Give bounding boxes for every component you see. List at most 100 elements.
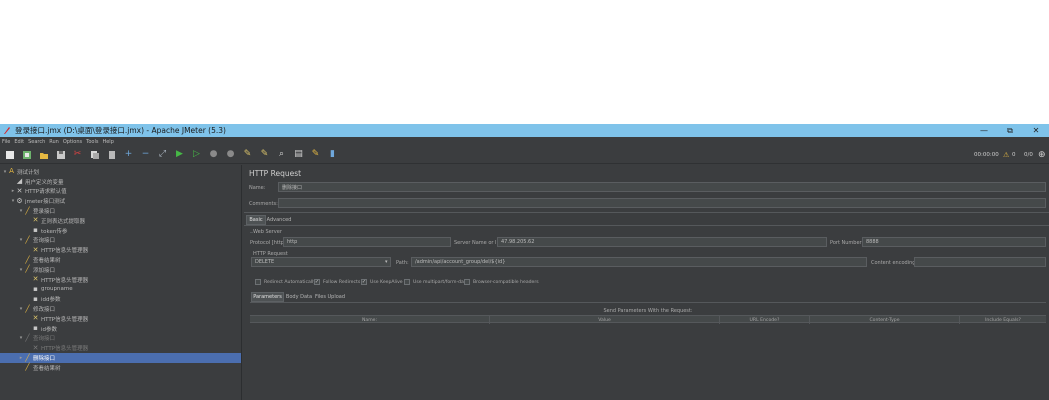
follow-redirects-checkbox[interactable]: ✓ Follow Redirects (314, 279, 360, 285)
menu-options[interactable]: Options (63, 139, 82, 145)
name-field[interactable]: 删除接口 (278, 182, 1046, 192)
tree-node[interactable]: ▪ token传参 (0, 226, 241, 236)
stop-icon[interactable]: ● (207, 148, 220, 161)
reset-search-icon[interactable]: ▤ (292, 148, 305, 161)
content-encoding-field[interactable] (914, 257, 1046, 267)
use-keepalive-checkbox[interactable]: ✓ Use KeepAlive (361, 279, 403, 285)
column-name[interactable]: Name: (250, 316, 490, 324)
tree-node[interactable]: ▾ ╱ 添加接口 (0, 265, 241, 275)
save-icon[interactable] (54, 148, 67, 161)
globe-icon[interactable]: ⊕ (1038, 146, 1046, 164)
menu-run[interactable]: Run (49, 139, 59, 145)
port-field[interactable]: 8888 (862, 237, 1046, 247)
tree-node[interactable]: ✕ 正则表达式提取器 (0, 216, 241, 226)
sampler-icon: ╱ (25, 353, 30, 362)
tab-advanced[interactable]: Advanced (266, 215, 292, 225)
redirect-automatically-checkbox[interactable]: Redirect Automatically (255, 279, 316, 285)
close-button[interactable]: ✕ (1023, 124, 1049, 137)
checkbox-label: Use multipart/form-data (413, 279, 469, 285)
tree-node[interactable]: ╱ 查看结果树 (0, 255, 241, 265)
tree-node[interactable]: ✕ HTTP信息头管理器 (0, 245, 241, 255)
menu-file[interactable]: File (2, 139, 10, 145)
checkbox-box[interactable] (464, 279, 470, 285)
method-select[interactable]: DELETE (251, 257, 391, 267)
tree-node[interactable]: ▾ ╱ 修改接口 (0, 304, 241, 314)
menu-edit[interactable]: Edit (14, 139, 24, 145)
title-bar: 登录接口.jmx (D:\桌面\登录接口.jmx) - Apache JMete… (0, 124, 1049, 137)
web-server-legend: Web Server (253, 229, 282, 235)
tab-parameters[interactable]: Parameters (251, 292, 284, 302)
minimize-button[interactable]: — (971, 124, 997, 137)
sampler-icon: ╱ (25, 333, 30, 342)
tab-basic[interactable]: Basic (246, 215, 266, 225)
multipart-checkbox[interactable]: Use multipart/form-data (404, 279, 468, 285)
clear-all-icon[interactable]: ✎ (258, 148, 271, 161)
comments-field[interactable] (278, 198, 1046, 208)
checkbox-label: Follow Redirects (323, 279, 361, 285)
warning-count: 0 (1012, 152, 1016, 158)
checkbox-label: Redirect Automatically (264, 279, 317, 285)
menu-search[interactable]: Search (28, 139, 45, 145)
collapse-icon[interactable]: − (139, 148, 152, 161)
server-label: Server Name or IP: (454, 240, 502, 246)
send-parameters-title: Send Parameters With the Request: (603, 308, 693, 314)
search-icon[interactable]: ⌕ (275, 148, 288, 161)
debug-icon: ▪ (33, 226, 38, 235)
path-field[interactable]: /admin/api/account_group/del/${id} (411, 257, 867, 267)
tab-body-data[interactable]: Body Data (285, 292, 313, 302)
listener-icon: ╱ (25, 363, 30, 372)
chevron-down-icon[interactable]: ▾ (385, 259, 388, 265)
browser-compatible-checkbox[interactable]: Browser-compatible headers (464, 279, 539, 285)
column-include-equals[interactable]: Include Equals? (960, 316, 1046, 324)
protocol-field[interactable]: http (283, 237, 451, 247)
tree-node[interactable]: ◢ 用户定义的变量 (0, 177, 241, 187)
tree-node[interactable]: ▾ ╱ 登录接口 (0, 206, 241, 216)
maximize-button[interactable]: ⧉ (997, 124, 1023, 137)
server-field[interactable]: 47.98.205.62 (497, 237, 827, 247)
menu-help[interactable]: Help (102, 139, 113, 145)
tree-node[interactable]: ✕ HTTP信息头管理器 (0, 275, 241, 285)
column-content-type[interactable]: Content-Type (810, 316, 960, 324)
copy-icon[interactable] (88, 148, 101, 161)
tree-node-label: HTTP信息头管理器 (41, 316, 89, 323)
cut-icon[interactable]: ✂ (71, 148, 84, 161)
tree-node[interactable]: ▸ ╱ 删除接口 (0, 353, 241, 363)
tree-node[interactable]: ▪ idd参数 (0, 294, 241, 304)
tree-node[interactable]: ▪ id参数 (0, 324, 241, 334)
tree-node[interactable]: ✕ HTTP信息头管理器 (0, 343, 241, 353)
tree-node[interactable]: ▾ ⚙ jmeter接口测试 (0, 196, 241, 206)
function-helper-icon[interactable]: ✎ (309, 148, 322, 161)
clear-icon[interactable]: ✎ (241, 148, 254, 161)
start-no-pause-icon[interactable]: ▷ (190, 148, 203, 161)
checkbox-box[interactable]: ✓ (361, 279, 367, 285)
column-url-encode[interactable]: URL Encode? (720, 316, 810, 324)
splitter[interactable] (244, 212, 1049, 213)
tree-node[interactable]: ▪ groupname (0, 285, 241, 295)
checkbox-box[interactable] (255, 279, 261, 285)
open-icon[interactable] (37, 148, 50, 161)
sampler-icon: ╱ (25, 304, 30, 313)
checkbox-box[interactable] (404, 279, 410, 285)
expand-icon[interactable]: + (122, 148, 135, 161)
tree-node-label: groupname (41, 286, 73, 293)
tree-node[interactable]: ✕ HTTP信息头管理器 (0, 314, 241, 324)
menu-tools[interactable]: Tools (86, 139, 98, 145)
toggle-icon[interactable]: ⤢ (156, 148, 169, 161)
start-icon[interactable]: ▶ (173, 148, 186, 161)
help-icon[interactable]: ▮ (326, 148, 339, 161)
checkbox-box[interactable]: ✓ (314, 279, 320, 285)
paste-icon[interactable] (105, 148, 118, 161)
tree-node-label: 用户定义的变量 (25, 179, 64, 186)
tree-node[interactable]: ▸ ✕ HTTP请求默认值 (0, 187, 241, 197)
tree-node[interactable]: ▾ ╱ 查询接口 (0, 334, 241, 344)
tab-files-upload[interactable]: Files Upload (314, 292, 346, 302)
tree-node[interactable]: ╱ 查看结果树 (0, 363, 241, 373)
new-icon[interactable] (3, 148, 16, 161)
tree-node[interactable]: ▾ A 测试计划 (0, 167, 241, 177)
shutdown-icon[interactable]: ● (224, 148, 237, 161)
warning-icon[interactable]: ⚠ (1003, 146, 1009, 164)
extractor-icon: ✕ (32, 275, 39, 284)
tree-node[interactable]: ▾ ╱ 查询接口 (0, 236, 241, 246)
templates-icon[interactable] (20, 148, 33, 161)
column-value[interactable]: Value (490, 316, 720, 324)
